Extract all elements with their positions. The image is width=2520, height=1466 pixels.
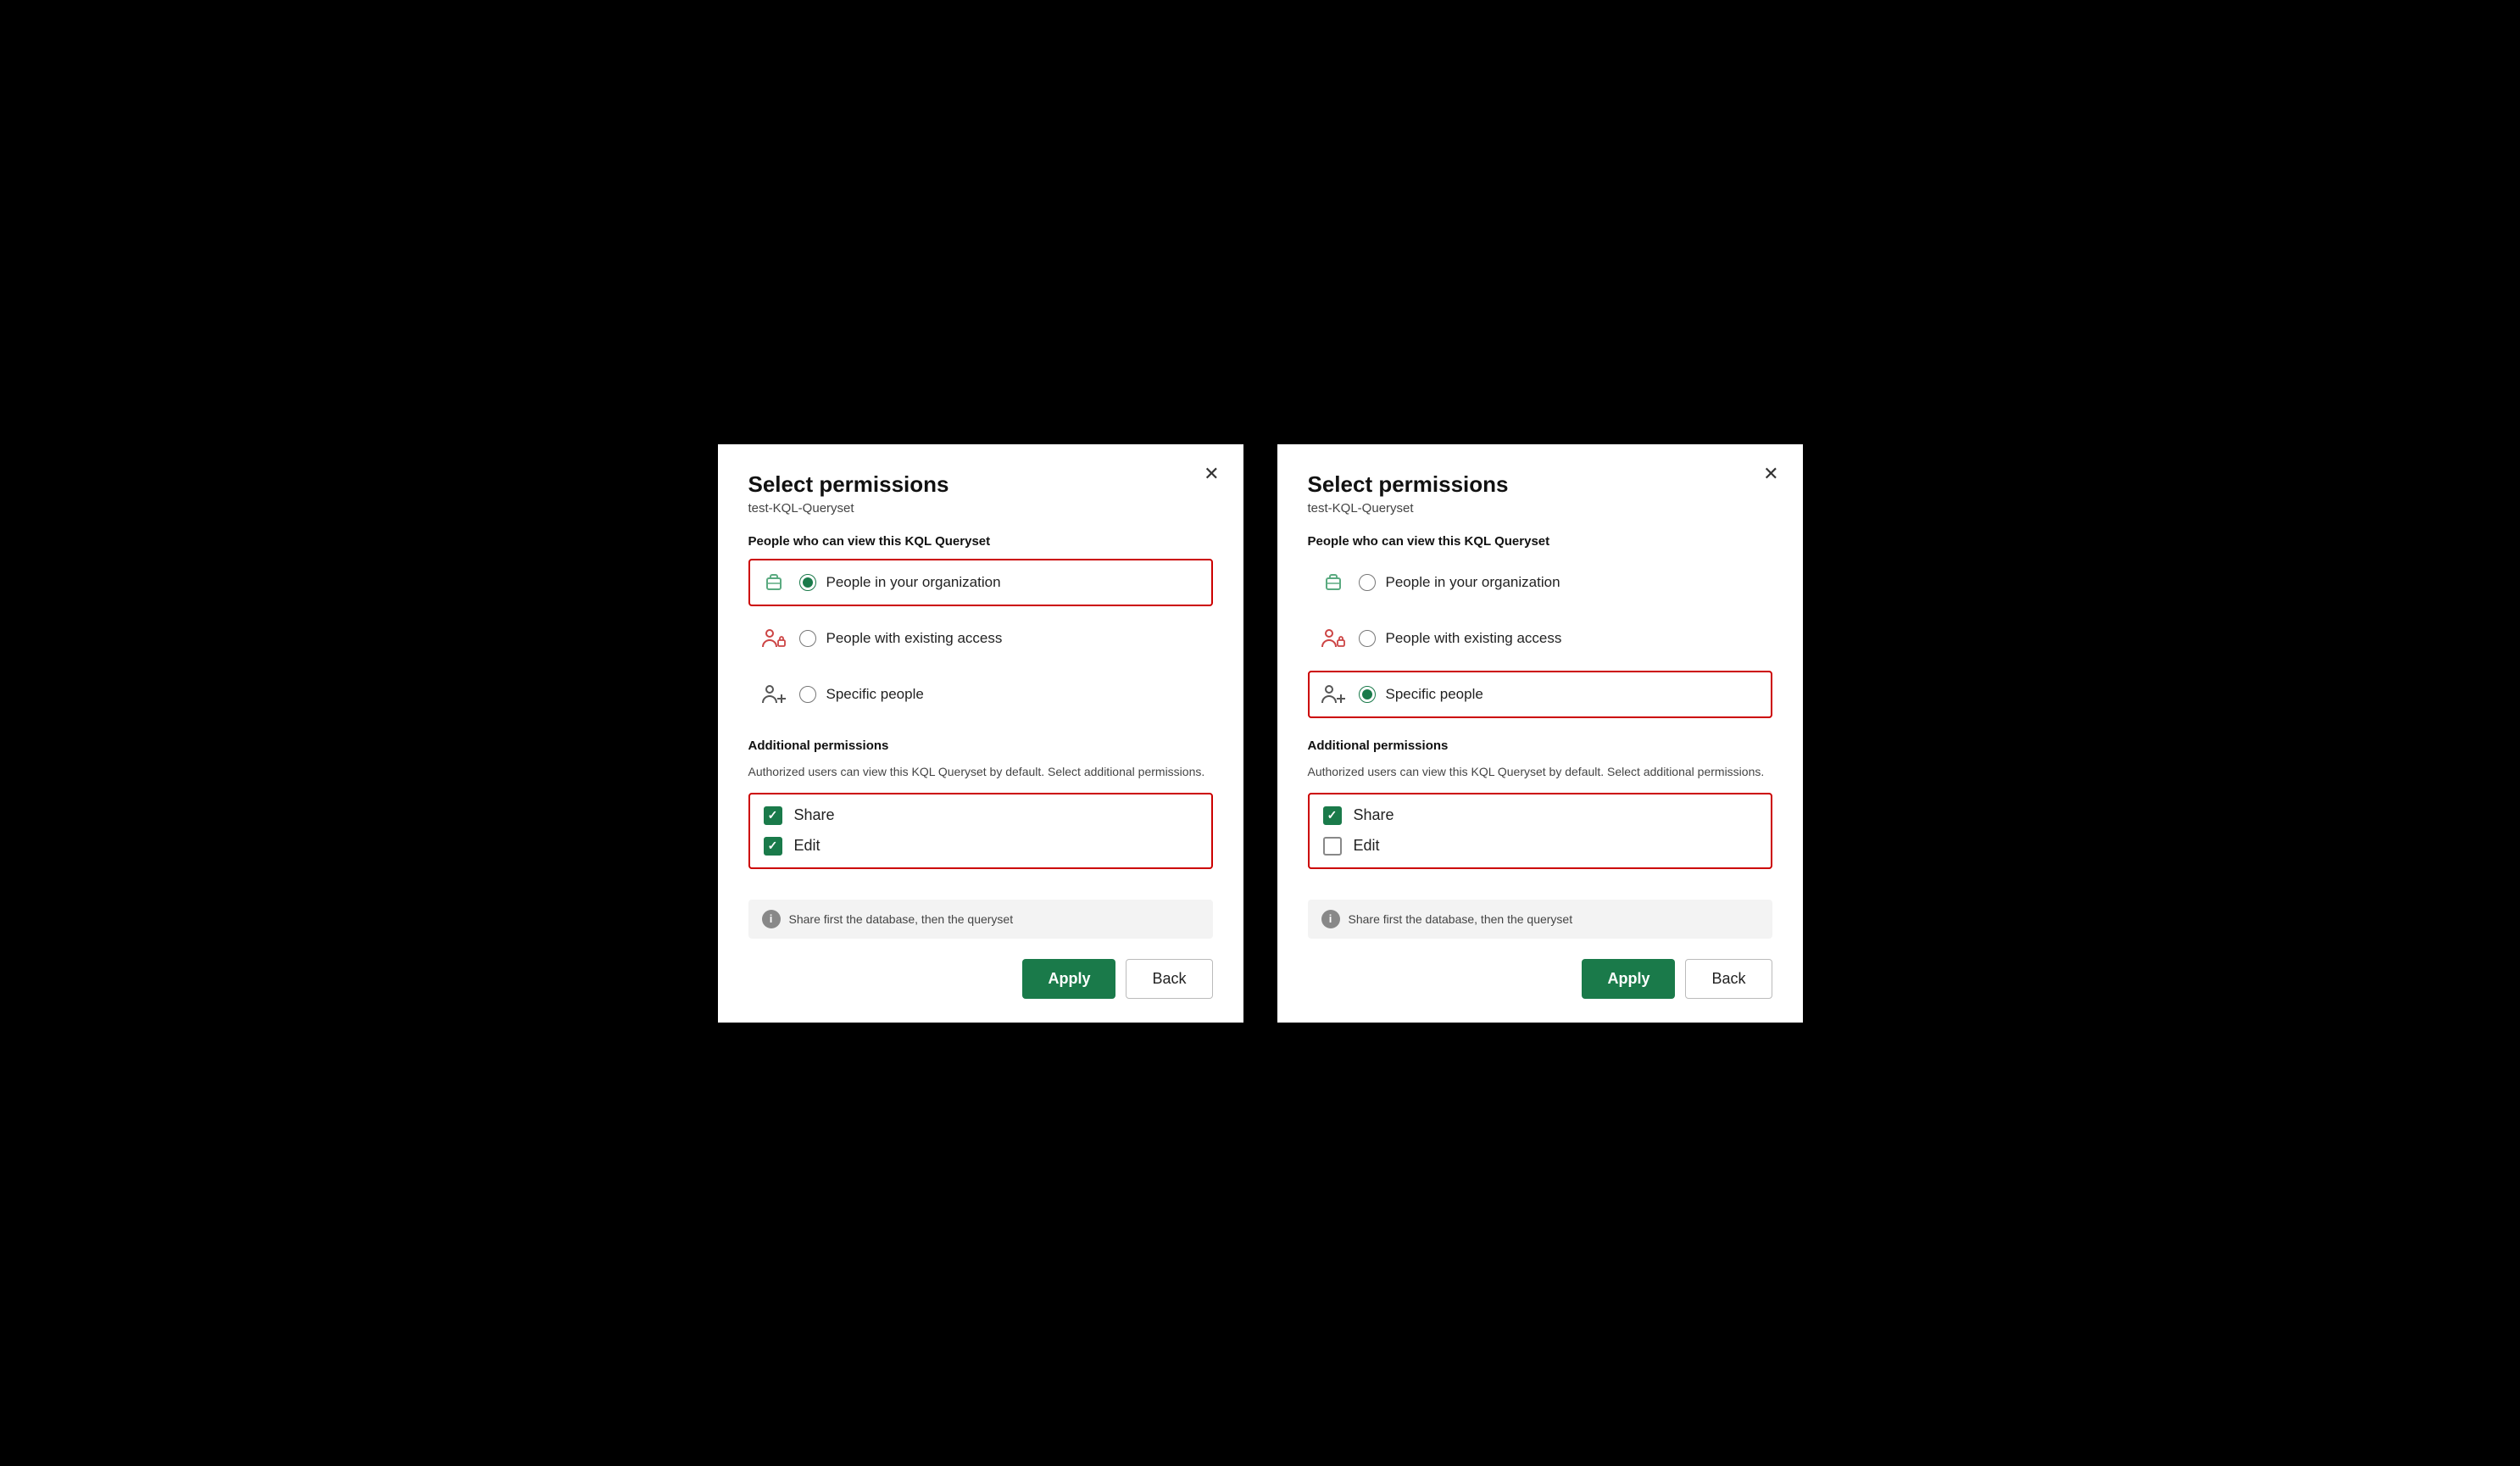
additional-desc-2: Authorized users can view this KQL Query… <box>1308 763 1772 781</box>
radio-org-1[interactable] <box>799 574 816 591</box>
additional-desc-1: Authorized users can view this KQL Query… <box>748 763 1213 781</box>
close-button-1[interactable]: ✕ <box>1204 465 1219 483</box>
people-lock-icon-2 <box>1318 623 1349 654</box>
back-button-1[interactable]: Back <box>1126 959 1212 999</box>
radio-org-label-2: People in your organization <box>1386 574 1560 591</box>
checkbox-group-2: ✓ Share Edit <box>1308 793 1772 869</box>
radio-option-existing-1[interactable]: People with existing access <box>748 615 1213 662</box>
radio-option-existing-2[interactable]: People with existing access <box>1308 615 1772 662</box>
view-section-label-1: People who can view this KQL Queryset <box>748 534 1213 549</box>
share-label-2: Share <box>1354 806 1394 824</box>
edit-label-2: Edit <box>1354 837 1380 855</box>
info-bar-2: i Share first the database, then the que… <box>1308 900 1772 939</box>
radio-specific-label-2: Specific people <box>1386 686 1483 703</box>
checkbox-edit-1[interactable]: ✓ Edit <box>764 837 1198 856</box>
edit-checkbox-2[interactable] <box>1323 837 1342 856</box>
dialog-2-subtitle: test-KQL-Queryset <box>1308 501 1772 516</box>
radio-specific-label-1: Specific people <box>826 686 924 703</box>
dialog-1-subtitle: test-KQL-Queryset <box>748 501 1213 516</box>
back-button-2[interactable]: Back <box>1685 959 1772 999</box>
radio-org-2[interactable] <box>1359 574 1376 591</box>
checkbox-group-1: ✓ Share ✓ Edit <box>748 793 1213 869</box>
additional-section-2: Additional permissions Authorized users … <box>1308 739 1772 884</box>
additional-section-1: Additional permissions Authorized users … <box>748 739 1213 884</box>
share-checkbox-1[interactable]: ✓ <box>764 806 782 825</box>
close-button-2[interactable]: ✕ <box>1763 465 1778 483</box>
share-checkbox-2[interactable]: ✓ <box>1323 806 1342 825</box>
info-icon-2: i <box>1321 910 1340 928</box>
radio-option-org-1[interactable]: People in your organization <box>748 559 1213 606</box>
additional-label-1: Additional permissions <box>748 739 1213 753</box>
view-section-label-2: People who can view this KQL Queryset <box>1308 534 1772 549</box>
radio-specific-2[interactable] <box>1359 686 1376 703</box>
dialog-1-title: Select permissions <box>748 471 1213 498</box>
radio-option-specific-2[interactable]: Specific people <box>1308 671 1772 718</box>
additional-label-2: Additional permissions <box>1308 739 1772 753</box>
people-plus-icon-1 <box>759 679 789 710</box>
radio-existing-2[interactable] <box>1359 630 1376 647</box>
radio-existing-label-2: People with existing access <box>1386 630 1562 647</box>
edit-checkbox-1[interactable]: ✓ <box>764 837 782 856</box>
info-bar-1: i Share first the database, then the que… <box>748 900 1213 939</box>
dialog-1-actions: Apply Back <box>748 959 1213 999</box>
edit-label-1: Edit <box>794 837 821 855</box>
info-text-2: Share first the database, then the query… <box>1349 912 1573 926</box>
briefcase-icon-1 <box>759 567 789 598</box>
dialog-2-title: Select permissions <box>1308 471 1772 498</box>
people-lock-icon-1 <box>759 623 789 654</box>
info-icon-1: i <box>762 910 781 928</box>
radio-option-specific-1[interactable]: Specific people <box>748 671 1213 718</box>
apply-button-1[interactable]: Apply <box>1022 959 1115 999</box>
radio-group-1: People in your organization People with … <box>748 559 1213 718</box>
radio-group-2: People in your organization People with … <box>1308 559 1772 718</box>
radio-org-label-1: People in your organization <box>826 574 1001 591</box>
share-label-1: Share <box>794 806 835 824</box>
radio-existing-1[interactable] <box>799 630 816 647</box>
dialog-2: ✕ Select permissions test-KQL-Queryset P… <box>1277 444 1803 1023</box>
dialog-1: ✕ Select permissions test-KQL-Queryset P… <box>718 444 1243 1023</box>
checkbox-edit-2[interactable]: Edit <box>1323 837 1757 856</box>
briefcase-icon-2 <box>1318 567 1349 598</box>
radio-existing-label-1: People with existing access <box>826 630 1003 647</box>
radio-option-org-2[interactable]: People in your organization <box>1308 559 1772 606</box>
checkbox-share-2[interactable]: ✓ Share <box>1323 806 1757 825</box>
radio-specific-1[interactable] <box>799 686 816 703</box>
dialog-2-actions: Apply Back <box>1308 959 1772 999</box>
people-plus-icon-2 <box>1318 679 1349 710</box>
apply-button-2[interactable]: Apply <box>1582 959 1675 999</box>
info-text-1: Share first the database, then the query… <box>789 912 1014 926</box>
checkbox-share-1[interactable]: ✓ Share <box>764 806 1198 825</box>
